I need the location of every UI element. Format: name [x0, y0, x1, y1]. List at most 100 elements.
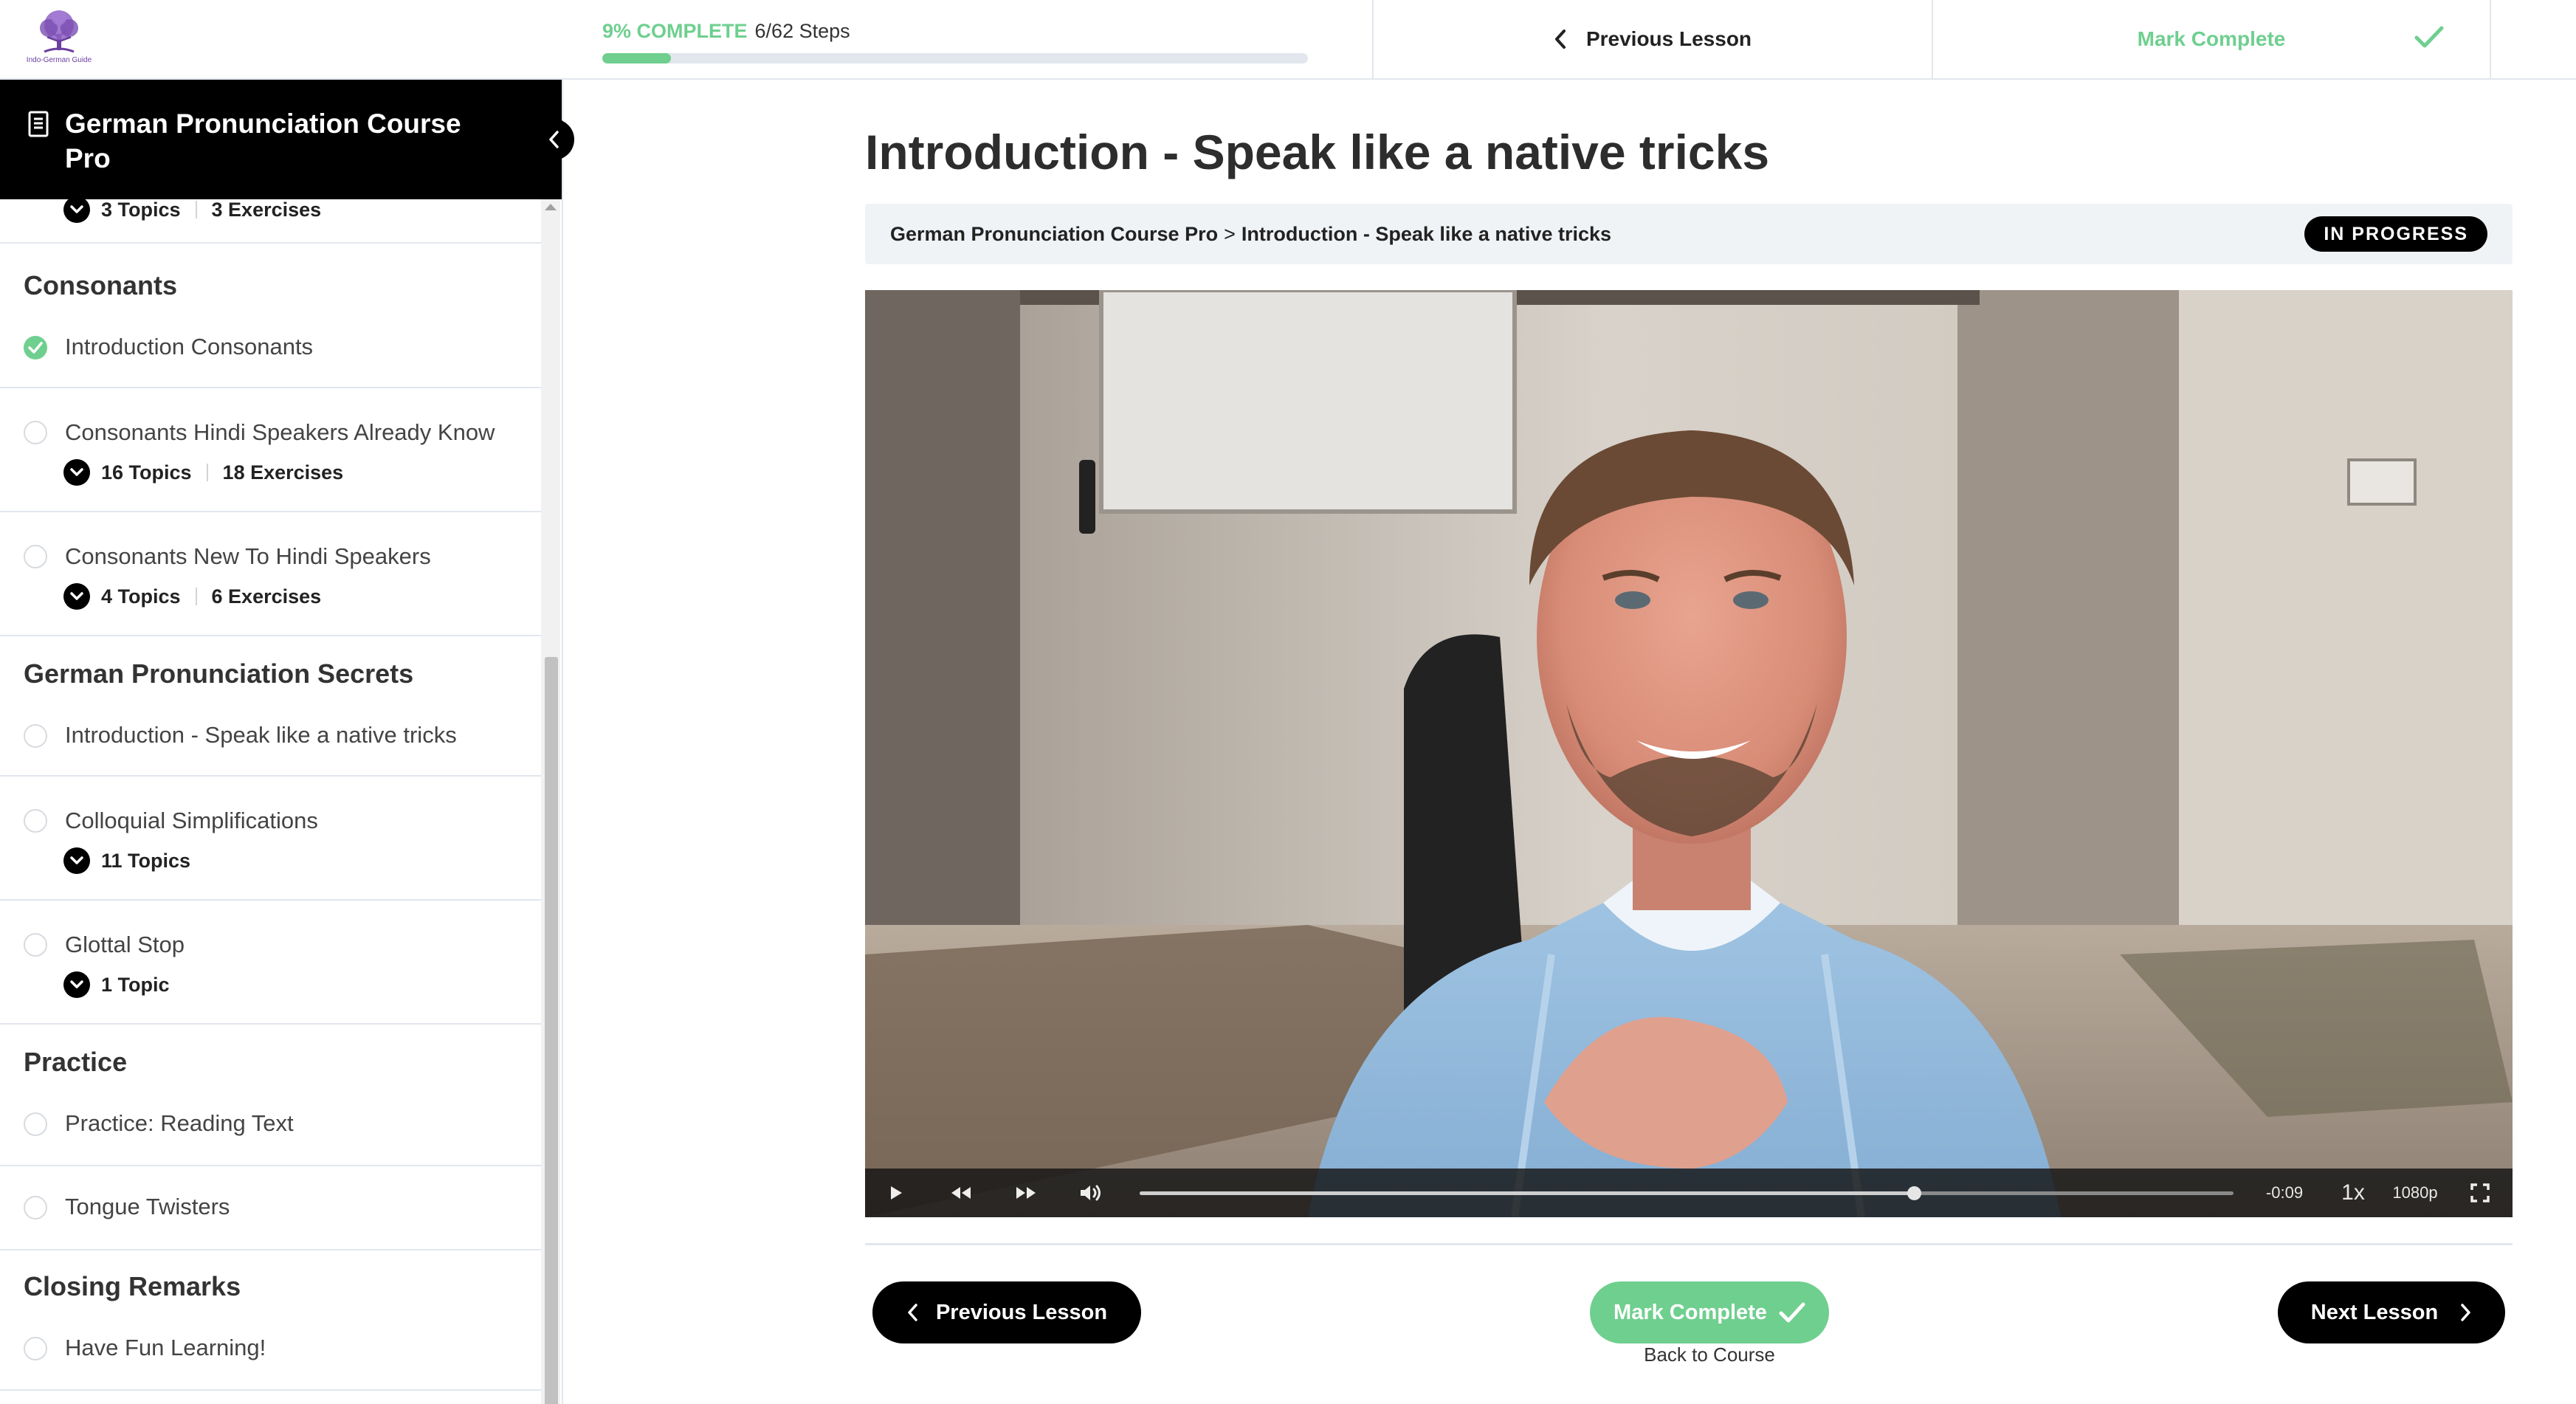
tree-logo-icon: [40, 10, 78, 53]
chevron-down-icon[interactable]: [63, 196, 90, 223]
sidebar-lesson-tongue-twisters[interactable]: Tongue Twisters: [0, 1166, 541, 1250]
topics-count: 1 Topic: [101, 973, 170, 996]
lesson-label: Glottal Stop: [65, 932, 185, 957]
breadcrumb-separator: >: [1224, 223, 1236, 245]
next-lesson-button[interactable]: Next Lesson: [2278, 1281, 2505, 1343]
quality-button[interactable]: 1080p: [2389, 1169, 2442, 1217]
progress-steps: 6/62 Steps: [754, 20, 850, 42]
lesson-label: Introduction - Speak like a native trick…: [65, 722, 457, 748]
empty-circle-icon: [24, 1337, 47, 1360]
breadcrumb-lesson-link[interactable]: Introduction - Speak like a native trick…: [1241, 223, 1611, 245]
fullscreen-button[interactable]: [2464, 1169, 2496, 1217]
check-icon: [1779, 1302, 1805, 1323]
seek-bar-played: [1140, 1191, 1915, 1195]
fast-forward-icon: [1016, 1187, 1036, 1199]
progress-bar: [602, 53, 1308, 63]
chevron-down-icon[interactable]: [63, 847, 90, 874]
lesson-label: Have Fun Learning!: [65, 1335, 266, 1360]
empty-circle-icon: [24, 545, 47, 568]
check-circle-icon: [24, 336, 47, 359]
scroll-up-icon[interactable]: [545, 204, 557, 210]
empty-circle-icon: [24, 724, 47, 748]
mark-complete-label: Mark Complete: [1614, 1300, 1767, 1324]
page-title: Introduction - Speak like a native trick…: [865, 125, 1770, 179]
empty-circle-icon: [24, 1112, 47, 1136]
quality-text: 1080p: [2392, 1183, 2438, 1202]
previous-lesson-label: Previous Lesson: [935, 1300, 1108, 1324]
header-previous-lesson-button[interactable]: Previous Lesson: [1372, 0, 1932, 78]
lesson-meta: 1 Topic: [63, 971, 170, 998]
rewind-button[interactable]: [943, 1169, 979, 1217]
video-controls: -0:09 1x 1080p: [865, 1169, 2513, 1217]
sidebar-lesson-have-fun-learning[interactable]: Have Fun Learning!: [0, 1314, 541, 1391]
volume-button[interactable]: [1073, 1169, 1109, 1217]
sidebar-course-title: German Pronunciation Course Pro: [65, 109, 461, 173]
lesson-label: Consonants Hindi Speakers Already Know: [65, 419, 495, 445]
topics-count: 11 Topics: [101, 849, 191, 872]
video-player[interactable]: -0:09 1x 1080p: [865, 290, 2513, 1217]
sidebar-lesson-introduction-speak-like-a-native[interactable]: Introduction - Speak like a native trick…: [0, 701, 541, 777]
empty-circle-icon: [24, 933, 47, 957]
play-button[interactable]: [878, 1169, 914, 1217]
breadcrumb: German Pronunciation Course Pro > Introduc…: [890, 223, 1611, 246]
fullscreen-icon: [2470, 1183, 2490, 1202]
playback-speed-button[interactable]: 1x: [2334, 1169, 2372, 1217]
check-icon: [2414, 26, 2444, 48]
chevron-down-icon[interactable]: [63, 583, 90, 610]
chevron-down-icon[interactable]: [63, 459, 90, 486]
section-title: Closing Remarks: [24, 1271, 241, 1301]
empty-circle-icon: [24, 1196, 47, 1219]
exercises-count: 6 Exercises: [211, 585, 322, 608]
progress-bar-fill: [602, 53, 671, 63]
sidebar-course-header[interactable]: German Pronunciation Course Pro: [0, 80, 562, 199]
header-previous-lesson-label: Previous Lesson: [1585, 27, 1752, 50]
play-icon: [891, 1186, 902, 1200]
breadcrumb-bar: German Pronunciation Course Pro > Introduc…: [865, 204, 2513, 264]
rewind-icon: [951, 1187, 971, 1199]
sidebar-lesson-glottal-stop[interactable]: Glottal Stop 1 Topic: [0, 901, 541, 1025]
section-title: Consonants: [24, 270, 178, 300]
sidebar-lesson-introduction-consonants[interactable]: Introduction Consonants: [0, 313, 541, 388]
lesson-label: Tongue Twisters: [65, 1194, 230, 1219]
video-frame-image: [865, 290, 2513, 1217]
course-progress: 9% COMPLETE 6/62 Steps: [602, 19, 1308, 63]
lesson-label: Consonants New To Hindi Speakers: [65, 543, 431, 569]
status-badge: IN PROGRESS: [2304, 216, 2487, 252]
header-mark-complete-label: Mark Complete: [2137, 27, 2286, 50]
previous-lesson-button[interactable]: Previous Lesson: [872, 1281, 1141, 1343]
section-title: German Pronunciation Secrets: [24, 658, 414, 689]
sidebar-scrollbar-thumb[interactable]: [545, 657, 558, 1404]
fast-forward-button[interactable]: [1008, 1169, 1044, 1217]
course-sidebar: German Pronunciation Course Pro 3 Topics…: [0, 80, 563, 1404]
lesson-label: Introduction Consonants: [65, 334, 314, 359]
back-to-course-link[interactable]: Back to Course: [1590, 1343, 1829, 1366]
time-remaining-text: -0:09: [2265, 1183, 2304, 1202]
site-logo[interactable]: Indo-German Guide: [22, 9, 96, 68]
sidebar-lesson-practice-reading-text[interactable]: Practice: Reading Text: [0, 1090, 541, 1166]
lesson-meta: 16 Topics 18 Exercises: [63, 459, 343, 486]
seek-bar-handle[interactable]: [1907, 1186, 1922, 1200]
volume-icon: [1081, 1185, 1101, 1201]
chevron-down-icon[interactable]: [63, 971, 90, 998]
lesson-meta: 3 Topics 3 Exercises: [63, 196, 321, 223]
logo-text: Indo-German Guide: [26, 56, 92, 64]
section-title: Practice: [24, 1047, 128, 1077]
sidebar-lesson-consonants-hindi-speakers-already-know[interactable]: Consonants Hindi Speakers Already Know 1…: [0, 388, 541, 512]
empty-circle-icon: [24, 421, 47, 444]
chevron-left-icon: [549, 131, 559, 148]
exercises-count: 3 Exercises: [211, 198, 322, 221]
empty-circle-icon: [24, 809, 47, 833]
sidebar-collapse-button[interactable]: [533, 119, 574, 160]
sidebar-lesson-consonants-new-to-hindi-speakers[interactable]: Consonants New To Hindi Speakers 4 Topic…: [0, 512, 541, 636]
sidebar-lesson-colloquial-simplifications[interactable]: Colloquial Simplifications 11 Topics: [0, 777, 541, 901]
mark-complete-button[interactable]: Mark Complete: [1590, 1281, 1829, 1343]
header-mark-complete-button[interactable]: Mark Complete: [1932, 0, 2491, 78]
topics-count: 4 Topics: [101, 585, 181, 608]
lesson-label: Practice: Reading Text: [65, 1110, 294, 1136]
lesson-label: Colloquial Simplifications: [65, 808, 318, 833]
breadcrumb-course-link[interactable]: German Pronunciation Course Pro: [890, 223, 1218, 245]
topics-count: 16 Topics: [101, 461, 192, 484]
progress-percent: 9% COMPLETE: [602, 20, 748, 42]
lesson-meta: 4 Topics 6 Exercises: [63, 583, 321, 610]
video-seek-bar[interactable]: [1140, 1186, 2234, 1200]
